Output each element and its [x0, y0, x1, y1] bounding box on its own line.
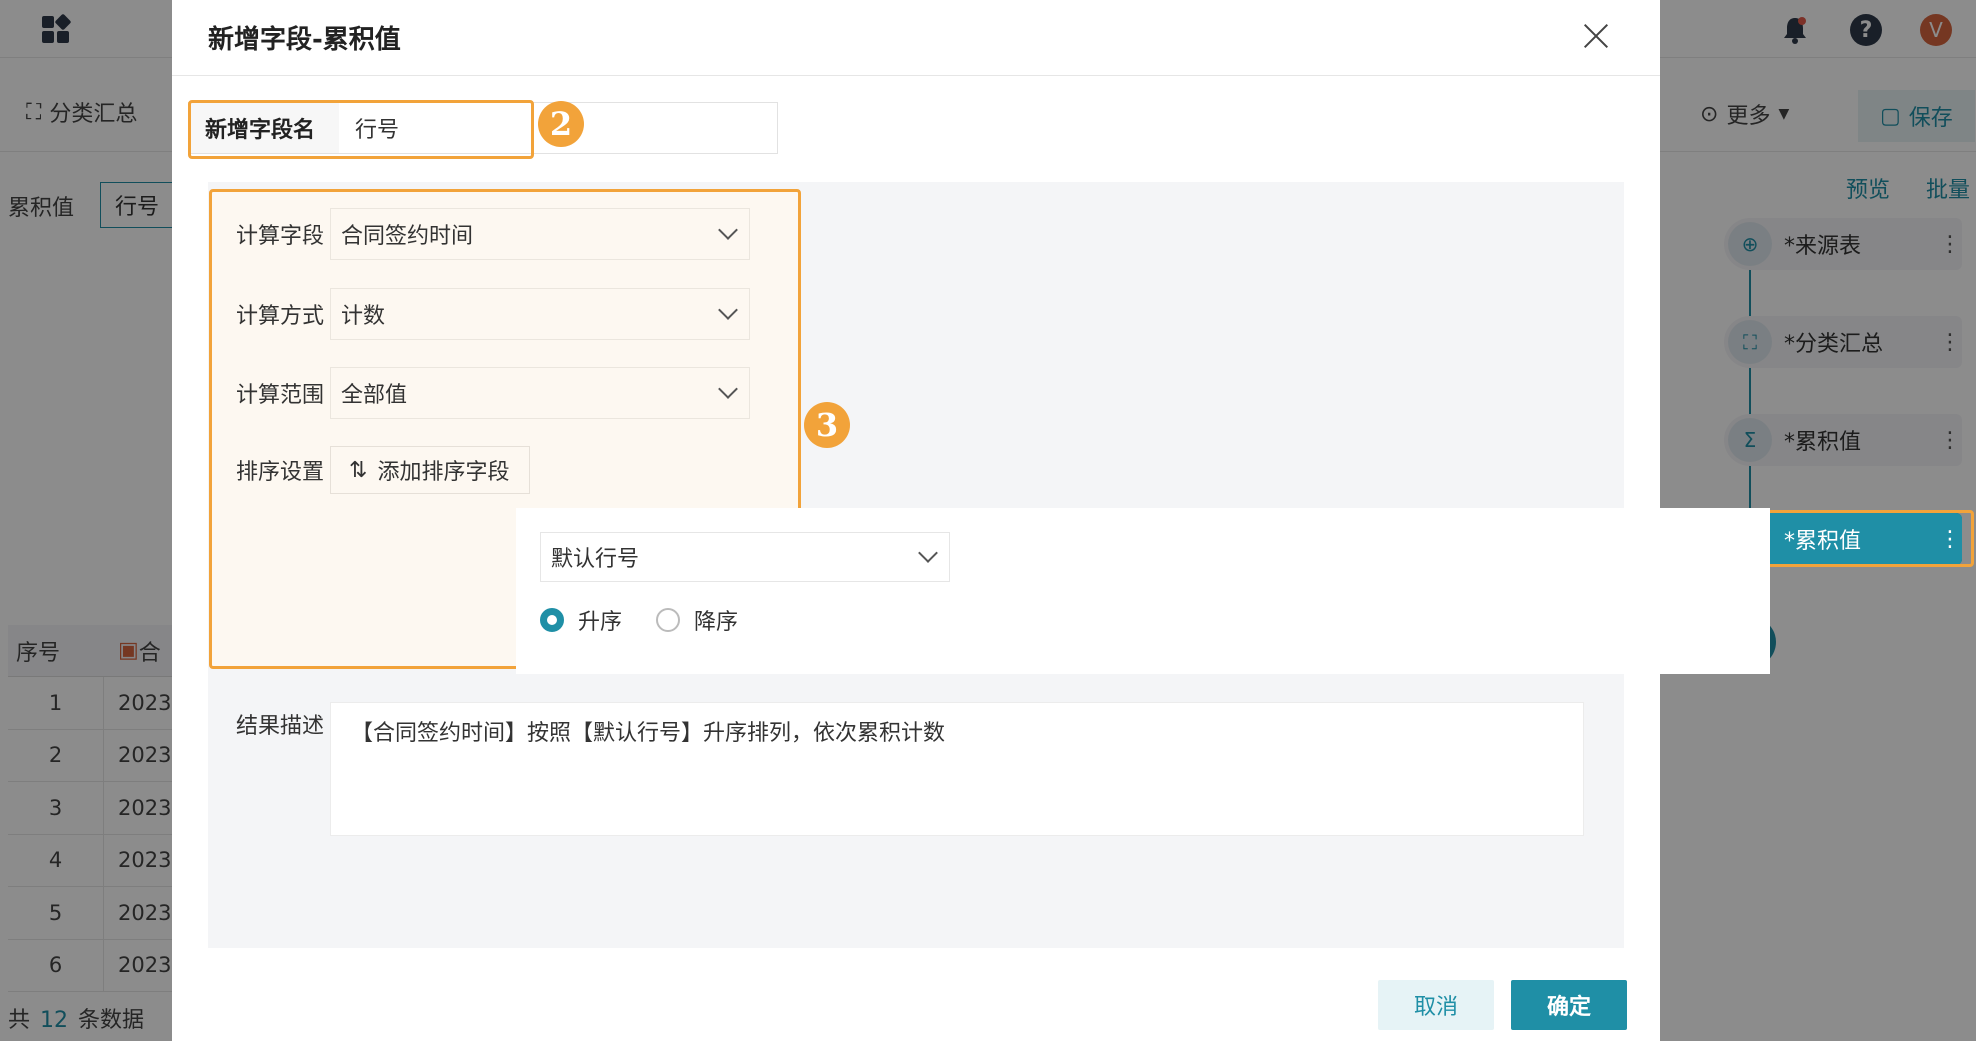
calc-range-select[interactable]: 全部值 [330, 367, 750, 419]
sort-field-select[interactable]: 默认行号 [540, 532, 950, 582]
sort-setting-row: 排序设置 ⇅ 添加排序字段 [222, 446, 531, 494]
add-field-dialog: 新增字段-累积值 新增字段名 行号 2 计算字段 合同签约时间 计算方式 计数 … [172, 0, 1770, 1041]
calc-method-select[interactable]: 计数 [330, 288, 750, 340]
calc-field-row: 计算字段 合同签约时间 [222, 208, 750, 260]
sort-arrows-icon: ⇅ [349, 457, 368, 483]
result-description-text: 【合同签约时间】按照【默认行号】升序排列，依次累积计数 [330, 702, 1584, 836]
close-icon[interactable] [1580, 20, 1612, 52]
confirm-button[interactable]: 确定 [1511, 980, 1627, 1030]
chevron-down-icon [718, 300, 738, 320]
radio-checked-icon [540, 608, 564, 632]
chevron-down-icon [718, 220, 738, 240]
result-description-row: 结果描述 【合同签约时间】按照【默认行号】升序排列，依次累积计数 [222, 702, 1584, 836]
dialog-title: 新增字段-累积值 [208, 25, 401, 55]
cancel-button[interactable]: 取消 [1378, 980, 1494, 1030]
chevron-down-icon [918, 543, 938, 563]
sort-order-radios: 升序 降序 [540, 604, 738, 636]
sort-field-box: 默认行号 升序 降序 [516, 508, 1770, 674]
radio-descending[interactable]: 降序 [656, 604, 738, 636]
annotation-highlight-name [188, 100, 534, 159]
radio-ascending[interactable]: 升序 [540, 604, 622, 636]
add-sort-field-button[interactable]: ⇅ 添加排序字段 [330, 446, 531, 494]
dialog-header: 新增字段-累积值 [172, 0, 1660, 76]
radio-unchecked-icon [656, 608, 681, 632]
calc-method-row: 计算方式 计数 [222, 288, 750, 340]
chevron-down-icon [718, 379, 738, 399]
calc-range-row: 计算范围 全部值 [222, 367, 750, 419]
annotation-badge-2: 2 [538, 101, 584, 147]
annotation-badge-3: 3 [804, 402, 850, 448]
calc-field-select[interactable]: 合同签约时间 [330, 208, 750, 260]
